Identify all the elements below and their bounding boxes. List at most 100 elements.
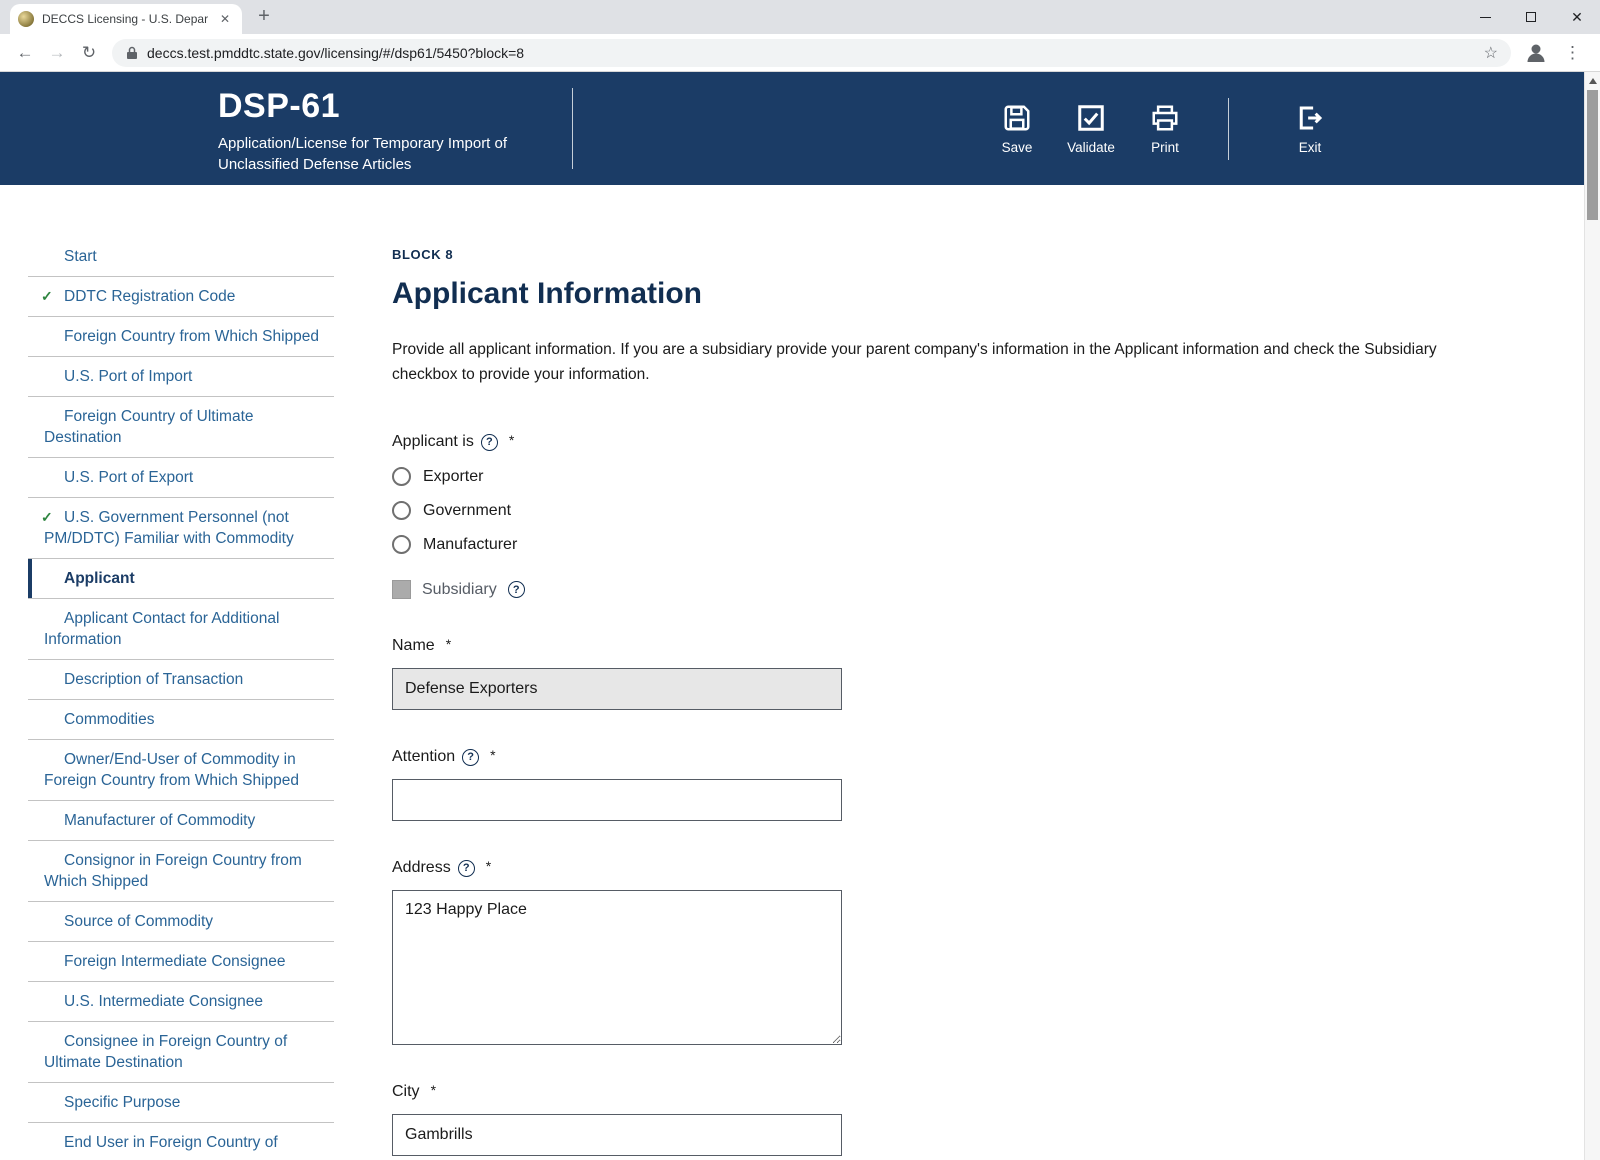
radio-option-exporter[interactable]: Exporter xyxy=(392,467,1482,486)
scrollbar-up-arrow-icon[interactable] xyxy=(1589,78,1597,84)
url-text[interactable]: deccs.test.pmddtc.state.gov/licensing/#/… xyxy=(147,45,1468,61)
radio-label: Government xyxy=(423,502,511,520)
subsidiary-checkbox[interactable] xyxy=(392,580,411,599)
sidebar-item[interactable]: Applicant xyxy=(28,559,334,599)
tab-close-icon[interactable]: ✕ xyxy=(216,10,234,28)
sidebar-item[interactable]: Start xyxy=(28,237,334,277)
block-label: BLOCK 8 xyxy=(392,247,1482,262)
applicant-is-label: Applicant is ? * xyxy=(392,433,1482,451)
city-field-group: City * xyxy=(392,1083,1482,1156)
bookmark-star-icon[interactable]: ☆ xyxy=(1477,43,1505,63)
exit-button[interactable]: Exit xyxy=(1273,103,1347,155)
profile-avatar[interactable] xyxy=(1523,40,1549,66)
address-label: Address ? * xyxy=(392,859,1482,877)
subsidiary-checkbox-row[interactable]: Subsidiary ? xyxy=(392,580,1482,599)
sidebar-item[interactable]: Foreign Country from Which Shipped xyxy=(28,317,334,357)
sidebar-item-label: DDTC Registration Code xyxy=(64,288,235,305)
print-button[interactable]: Print xyxy=(1128,103,1202,155)
radio-label: Exporter xyxy=(423,468,483,486)
address-bar: ← → ↻ deccs.test.pmddtc.state.gov/licens… xyxy=(0,34,1600,72)
sidebar-item[interactable]: Foreign Country of Ultimate Destination xyxy=(28,397,334,458)
applicant-is-help-icon[interactable]: ? xyxy=(481,434,498,451)
required-marker: * xyxy=(486,858,491,874)
header-actions: Save Validate Print Exit xyxy=(980,72,1347,185)
form-main: BLOCK 8 Applicant Information Provide al… xyxy=(392,185,1482,1160)
sidebar-item[interactable]: Description of Transaction xyxy=(28,660,334,700)
required-marker: * xyxy=(509,432,514,448)
browser-tab[interactable]: DECCS Licensing - U.S. Departme ✕ xyxy=(10,4,242,34)
subsidiary-label: Subsidiary xyxy=(422,581,497,599)
sidebar-item-label: Foreign Country of Ultimate Destination xyxy=(44,408,254,446)
sidebar-item-label: End User in Foreign Country of xyxy=(64,1134,278,1151)
window-maximize-button[interactable] xyxy=(1508,0,1554,34)
name-field-group: Name * xyxy=(392,637,1482,710)
refresh-button[interactable]: ↻ xyxy=(74,38,104,68)
radio-icon[interactable] xyxy=(392,501,411,520)
exit-icon xyxy=(1295,103,1325,133)
attention-label: Attention ? * xyxy=(392,748,1482,766)
sidebar-item[interactable]: Foreign Intermediate Consignee xyxy=(28,942,334,982)
sidebar-item[interactable]: Source of Commodity xyxy=(28,902,334,942)
radio-option-government[interactable]: Government xyxy=(392,501,1482,520)
sidebar-item-label: Description of Transaction xyxy=(64,671,243,688)
sidebar-item-label: U.S. Government Personnel (not PM/DDTC) … xyxy=(44,509,294,547)
subsidiary-help-icon[interactable]: ? xyxy=(508,581,525,598)
attention-help-icon[interactable]: ? xyxy=(462,749,479,766)
radio-icon[interactable] xyxy=(392,467,411,486)
forward-button[interactable]: → xyxy=(42,38,72,68)
sidebar-item-label: Source of Commodity xyxy=(64,913,213,930)
sidebar-item[interactable]: ✓ DDTC Registration Code xyxy=(28,277,334,317)
window-close-button[interactable]: ✕ xyxy=(1554,0,1600,34)
city-label: City * xyxy=(392,1083,1482,1101)
sidebar-item[interactable]: Owner/End-User of Commodity in Foreign C… xyxy=(28,740,334,801)
save-button[interactable]: Save xyxy=(980,103,1054,155)
browser-chrome: DECCS Licensing - U.S. Departme ✕ + ✕ ← … xyxy=(0,0,1600,72)
site-favicon-icon xyxy=(18,11,34,27)
sidebar-item-label: Commodities xyxy=(64,711,154,728)
sidebar-item[interactable]: Manufacturer of Commodity xyxy=(28,801,334,841)
new-tab-button[interactable]: + xyxy=(250,3,278,31)
validate-button[interactable]: Validate xyxy=(1054,103,1128,155)
browser-menu-icon[interactable]: ⋮ xyxy=(1555,43,1590,63)
save-icon xyxy=(1002,103,1032,133)
sidebar-item[interactable]: Consignee in Foreign Country of Ultimate… xyxy=(28,1022,334,1083)
page-title: Applicant Information xyxy=(392,277,1482,311)
check-icon: ✓ xyxy=(41,507,53,528)
name-input[interactable] xyxy=(392,668,842,710)
sidebar-item-label: U.S. Port of Import xyxy=(64,368,192,385)
radio-option-manufacturer[interactable]: Manufacturer xyxy=(392,535,1482,554)
radio-icon[interactable] xyxy=(392,535,411,554)
url-field[interactable]: deccs.test.pmddtc.state.gov/licensing/#/… xyxy=(112,39,1511,67)
sidebar-item[interactable]: U.S. Port of Import xyxy=(28,357,334,397)
sidebar-item[interactable]: End User in Foreign Country of xyxy=(28,1123,334,1160)
maximize-icon xyxy=(1526,12,1536,22)
sidebar-item[interactable]: Consignor in Foreign Country from Which … xyxy=(28,841,334,902)
tab-strip: DECCS Licensing - U.S. Departme ✕ + ✕ xyxy=(0,0,1600,34)
city-input[interactable] xyxy=(392,1114,842,1156)
address-help-icon[interactable]: ? xyxy=(458,860,475,877)
sidebar-item-label: Consignee in Foreign Country of Ultimate… xyxy=(44,1033,287,1071)
scrollbar-thumb[interactable] xyxy=(1587,90,1598,220)
header-divider xyxy=(572,88,573,169)
sidebar-item[interactable]: U.S. Port of Export xyxy=(28,458,334,498)
page-scrollbar[interactable] xyxy=(1584,72,1600,1160)
required-marker: * xyxy=(446,636,451,652)
sidebar-item-label: U.S. Intermediate Consignee xyxy=(64,993,263,1010)
sidebar-item-label: Specific Purpose xyxy=(64,1094,180,1111)
app-header: DSP-61 Application/License for Temporary… xyxy=(0,72,1600,185)
sidebar-item[interactable]: ✓ U.S. Government Personnel (not PM/DDTC… xyxy=(28,498,334,559)
attention-input[interactable] xyxy=(392,779,842,821)
window-minimize-button[interactable] xyxy=(1462,0,1508,34)
sidebar-item[interactable]: Applicant Contact for Additional Informa… xyxy=(28,599,334,660)
sidebar-item[interactable]: U.S. Intermediate Consignee xyxy=(28,982,334,1022)
sidebar-item-label: Applicant xyxy=(64,570,135,587)
sidebar-item[interactable]: Commodities xyxy=(28,700,334,740)
back-button[interactable]: ← xyxy=(10,38,40,68)
sidebar-item[interactable]: Specific Purpose xyxy=(28,1083,334,1123)
sidebar-item-label: Owner/End-User of Commodity in Foreign C… xyxy=(44,751,299,789)
address-textarea[interactable]: 123 Happy Place xyxy=(392,890,842,1045)
required-marker: * xyxy=(490,747,495,763)
sidebar-nav: Start ✓ DDTC Registration Code Foreign C… xyxy=(28,237,334,1160)
attention-field-group: Attention ? * xyxy=(392,748,1482,821)
page-content: Start ✓ DDTC Registration Code Foreign C… xyxy=(0,185,1600,1160)
